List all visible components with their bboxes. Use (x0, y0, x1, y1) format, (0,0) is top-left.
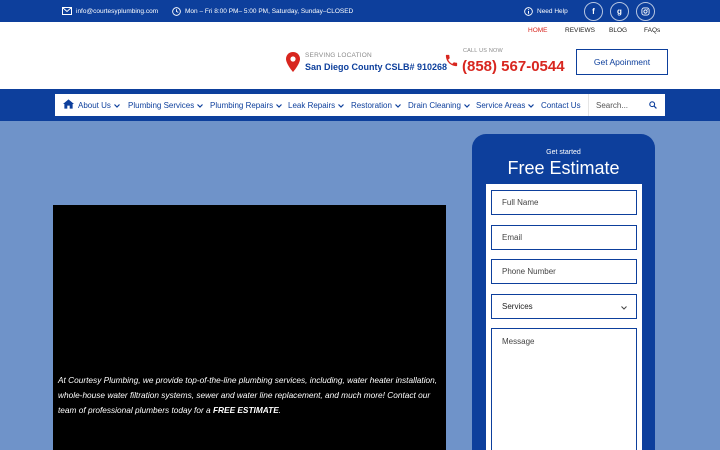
nav-item-plumbing-repairs[interactable]: Plumbing Repairs (210, 94, 283, 116)
call-label: CALL US NOW (463, 48, 503, 54)
nav-item-restoration[interactable]: Restoration (351, 94, 401, 116)
full-name-field[interactable]: Full Name (491, 190, 637, 215)
secondary-link-home[interactable]: HOME (528, 27, 548, 34)
services-select-value: Services (502, 302, 533, 311)
nav-label: Plumbing Repairs (210, 100, 274, 110)
google-icon[interactable]: g (610, 2, 629, 21)
need-help-text: Need Help (537, 7, 568, 15)
nav-label: Drain Cleaning (408, 100, 461, 110)
nav-label: Contact Us (541, 100, 581, 110)
chevron-down-icon (197, 101, 204, 110)
message-field[interactable]: Message (491, 328, 637, 450)
phone-icon (444, 53, 459, 73)
phone-number-field[interactable]: Phone Number (491, 259, 637, 284)
instagram-icon[interactable] (636, 2, 655, 21)
top-hours: Mon – Fri 8:00 PM– 5:00 PM, Saturday, Su… (172, 0, 353, 22)
nav-item-contact-us[interactable]: Contact Us (541, 94, 581, 116)
nav-item-leak-repairs[interactable]: Leak Repairs (288, 94, 345, 116)
nav-label: Service Areas (476, 100, 526, 110)
top-email-link[interactable]: info@courtesyplumbing.com (62, 0, 158, 22)
secondary-link-reviews[interactable]: REVIEWS (565, 27, 595, 34)
email-field[interactable]: Email (491, 225, 637, 250)
chevron-down-icon (621, 303, 627, 312)
info-icon (524, 6, 533, 16)
nav-label: Restoration (351, 100, 392, 110)
form-title: Free Estimate (507, 158, 620, 178)
nav-item-service-areas[interactable]: Service Areas (476, 94, 535, 116)
secondary-link-blog[interactable]: BLOG (609, 27, 627, 34)
search-icon[interactable] (649, 101, 657, 111)
nav-label: About Us (78, 100, 111, 110)
location-pin-icon (286, 52, 300, 77)
need-help-link[interactable]: Need Help (524, 0, 568, 22)
video-caption-end: . (278, 405, 282, 415)
secondary-link-faqs[interactable]: FAQs (644, 27, 660, 34)
video-player[interactable]: At Courtesy Plumbing, we provide top-of-… (53, 205, 446, 450)
chevron-down-icon (338, 101, 345, 110)
clock-icon (172, 6, 181, 16)
top-bar: info@courtesyplumbing.com Mon – Fri 8:00… (0, 0, 720, 22)
form-kicker: Get started (546, 149, 581, 156)
google-glyph: g (617, 7, 622, 16)
nav-item-drain-cleaning[interactable]: Drain Cleaning (408, 94, 470, 116)
chevron-down-icon (394, 101, 401, 110)
main-nav: About Us Plumbing Services Plumbing Repa… (55, 94, 665, 116)
nav-label: Plumbing Services (128, 100, 195, 110)
nav-label: Leak Repairs (288, 100, 336, 110)
phone-number-link[interactable]: (858) 567-0544 (462, 58, 565, 75)
chevron-down-icon (528, 101, 535, 110)
facebook-icon[interactable]: f (584, 2, 603, 21)
chevron-down-icon (276, 101, 283, 110)
search-input[interactable]: Search... (588, 94, 663, 116)
search-placeholder: Search... (596, 100, 629, 110)
chevron-down-icon (463, 101, 470, 110)
location-label: SERVING LOCATION (305, 52, 372, 59)
envelope-icon (62, 7, 72, 15)
location-value: San Diego County CSLB# 910268 (305, 62, 448, 72)
facebook-glyph: f (592, 7, 595, 16)
get-appointment-button[interactable]: Get Apoinment (576, 49, 668, 75)
home-icon[interactable] (63, 99, 74, 111)
services-select[interactable]: Services (491, 294, 637, 319)
chevron-down-icon (113, 101, 120, 110)
nav-item-about-us[interactable]: About Us (78, 94, 120, 116)
top-hours-text: Mon – Fri 8:00 PM– 5:00 PM, Saturday, Su… (185, 7, 354, 15)
top-email-text: info@courtesyplumbing.com (76, 7, 159, 15)
nav-item-plumbing-services[interactable]: Plumbing Services (128, 94, 204, 116)
free-estimate-emphasis: FREE ESTIMATE (212, 405, 279, 415)
video-caption: At Courtesy Plumbing, we provide top-of-… (58, 373, 438, 418)
